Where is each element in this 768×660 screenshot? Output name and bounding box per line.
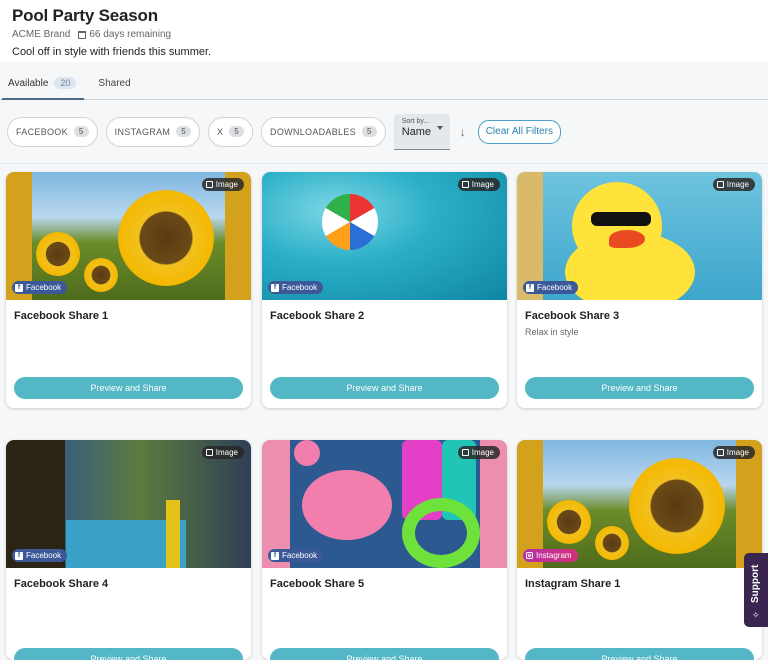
platform-badge: f Facebook: [523, 281, 579, 294]
content-card: Image Instagram Instagram Share 1 Previe…: [517, 440, 762, 660]
tab-available-count: 20: [54, 77, 77, 89]
instagram-icon: [526, 552, 533, 559]
facebook-icon: f: [271, 551, 279, 560]
chip-label: INSTAGRAM: [114, 126, 171, 137]
type-badge: Image: [712, 178, 755, 191]
filter-chip-facebook[interactable]: FACEBOOK 5: [7, 116, 98, 147]
content-card: Image f Facebook Facebook Share 1 Previe…: [6, 172, 251, 408]
card-title: Facebook Share 2: [270, 310, 365, 322]
tab-bar: Available 20 Shared: [0, 62, 768, 100]
facebook-icon: f: [15, 283, 23, 292]
support-button[interactable]: Support ✧: [744, 553, 768, 627]
filter-chip-x[interactable]: X 5: [207, 116, 254, 147]
tab-shared[interactable]: Shared: [90, 78, 138, 99]
tab-available-label: Available: [8, 77, 49, 89]
preview-and-share-button[interactable]: Preview and Share: [270, 377, 499, 399]
preview-and-share-button[interactable]: Preview and Share: [14, 648, 243, 660]
preview-and-share-button[interactable]: Preview and Share: [525, 377, 754, 399]
content-card: Image f Facebook Facebook Share 4 Previe…: [6, 440, 251, 660]
clear-filters-button[interactable]: Clear All Filters: [477, 119, 561, 144]
image-icon: [716, 449, 724, 456]
card-title: Instagram Share 1: [525, 578, 621, 590]
image-icon: [205, 181, 213, 188]
type-badge: Image: [457, 178, 500, 191]
type-badge: Image: [712, 446, 755, 459]
chip-label: FACEBOOK: [16, 126, 68, 137]
card-image[interactable]: Image f Facebook: [262, 172, 507, 300]
filter-bar: FACEBOOK 5 INSTAGRAM 5 X 5 DOWNLOADABLES…: [0, 100, 768, 164]
sort-select[interactable]: Sort by... Name: [393, 113, 450, 150]
tab-available[interactable]: Available 20: [2, 77, 85, 100]
filter-chip-instagram[interactable]: INSTAGRAM 5: [105, 116, 200, 147]
sort-direction-arrow-icon[interactable]: ↓: [460, 125, 466, 139]
chip-label: DOWNLOADABLES: [270, 126, 356, 137]
support-label: Support: [750, 564, 761, 603]
caret-down-icon: [436, 125, 443, 130]
facebook-icon: f: [15, 551, 23, 560]
chip-count: 5: [229, 126, 245, 137]
platform-badge: Instagram: [523, 549, 578, 562]
facebook-icon: f: [271, 283, 279, 292]
platform-badge: f Facebook: [268, 281, 324, 294]
brand-name: ACME Brand: [12, 29, 71, 40]
card-title: Facebook Share 4: [14, 578, 109, 590]
card-title: Facebook Share 3: [525, 310, 620, 322]
sort-value: Name: [401, 125, 432, 138]
tab-shared-label: Shared: [98, 78, 131, 89]
chip-count: 5: [361, 126, 377, 137]
card-title: Facebook Share 1: [14, 310, 109, 322]
type-badge: Image: [201, 178, 244, 191]
sort-label: Sort by...: [401, 117, 430, 125]
image-icon: [461, 449, 469, 456]
platform-badge: f Facebook: [12, 281, 68, 294]
card-title: Facebook Share 5: [270, 578, 365, 590]
page-title: Pool Party Season: [12, 6, 158, 25]
preview-and-share-button[interactable]: Preview and Share: [270, 648, 499, 660]
image-icon: [716, 181, 724, 188]
chip-count: 5: [73, 126, 89, 137]
type-badge: Image: [457, 446, 500, 459]
days-remaining: 66 days remaining: [89, 29, 172, 40]
content-card: Image f Facebook Facebook Share 2 Previe…: [262, 172, 507, 408]
campaign-header: Pool Party Season ACME Brand 66 days rem…: [0, 0, 768, 62]
platform-badge: f Facebook: [12, 549, 68, 562]
chip-label: X: [216, 126, 224, 137]
platform-badge: f Facebook: [268, 549, 324, 562]
sparkle-icon: ✧: [752, 610, 760, 620]
image-icon: [205, 449, 213, 456]
chip-count: 5: [176, 126, 191, 137]
image-icon: [461, 181, 469, 188]
content-card: Image f Facebook Facebook Share 3 Relax …: [517, 172, 762, 408]
filter-chip-downloadables[interactable]: DOWNLOADABLES 5: [261, 116, 386, 147]
calendar-icon: [78, 30, 87, 39]
card-image[interactable]: Image f Facebook: [262, 440, 507, 568]
card-image[interactable]: Image f Facebook: [517, 172, 762, 300]
preview-and-share-button[interactable]: Preview and Share: [525, 648, 754, 660]
campaign-description: Cool off in style with friends this summ…: [12, 46, 212, 58]
content-card: Image f Facebook Facebook Share 5 Previe…: [262, 440, 507, 660]
card-image[interactable]: Image f Facebook: [6, 172, 251, 300]
preview-and-share-button[interactable]: Preview and Share: [14, 377, 243, 399]
card-subtitle: Relax in style: [525, 327, 579, 337]
campaign-meta: ACME Brand 66 days remaining: [12, 29, 756, 40]
facebook-icon: f: [526, 283, 534, 292]
card-image[interactable]: Image f Facebook: [6, 440, 251, 568]
card-image[interactable]: Image Instagram: [517, 440, 762, 568]
type-badge: Image: [201, 446, 244, 459]
